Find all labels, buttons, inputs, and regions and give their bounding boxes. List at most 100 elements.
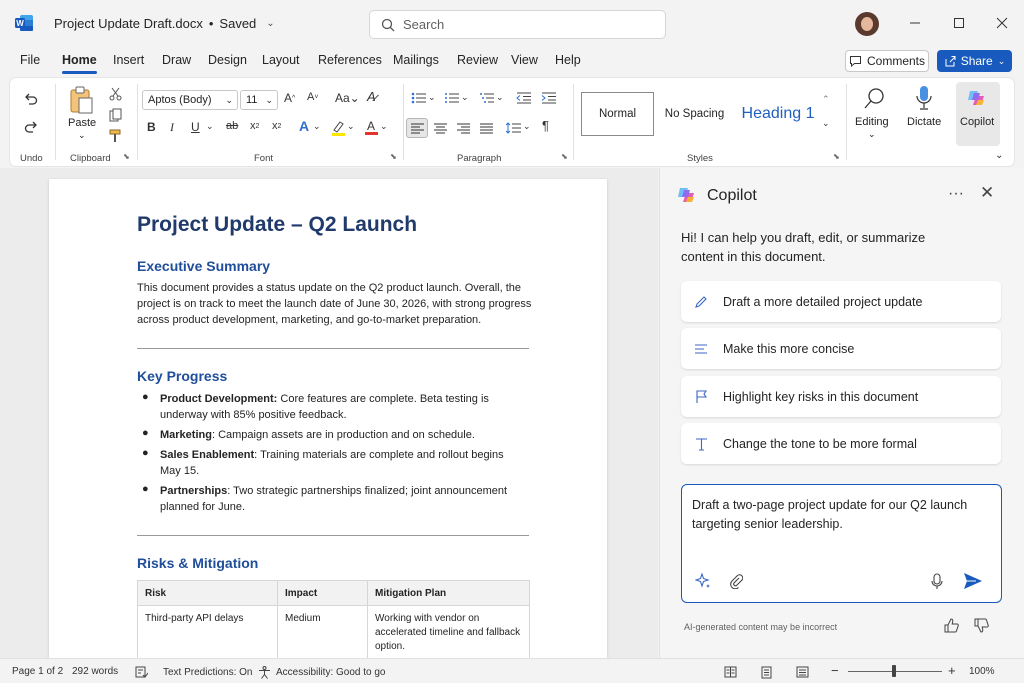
decrease-indent-icon[interactable]	[515, 91, 531, 105]
subscript-icon[interactable]: x2	[250, 120, 259, 132]
grow-font-icon[interactable]: A ^	[284, 91, 295, 105]
share-button[interactable]: Share ⌄	[937, 50, 1012, 72]
prompt-text[interactable]: Draft a two-page project update for our …	[692, 496, 987, 534]
chevron-down-icon[interactable]: ⌄	[78, 130, 86, 141]
style-heading-1[interactable]: Heading 1	[736, 92, 820, 136]
zoom-slider-handle[interactable]	[892, 665, 896, 677]
tab-insert[interactable]: Insert	[113, 53, 144, 67]
font-size-select[interactable]: 11 ⌄	[240, 90, 278, 110]
attach-icon[interactable]	[727, 572, 745, 590]
justify-icon[interactable]	[478, 120, 494, 136]
editing-label[interactable]: Editing	[855, 116, 889, 128]
increase-indent-icon[interactable]	[540, 91, 556, 105]
copy-icon[interactable]	[107, 107, 123, 123]
dialog-launcher-icon[interactable]: ⬊	[561, 152, 570, 161]
page-count[interactable]: Page 1 of 2	[12, 666, 63, 677]
document-page[interactable]: Project Update – Q2 Launch Executive Sum…	[49, 179, 607, 658]
text-effects-icon[interactable]: A	[299, 118, 309, 134]
zoom-in-button[interactable]: +	[948, 663, 956, 678]
chevron-down-icon[interactable]: ⌄	[380, 121, 388, 132]
search-box[interactable]: Search	[369, 10, 666, 39]
dictate-label[interactable]: Dictate	[907, 116, 941, 128]
dialog-launcher-icon[interactable]: ⬊	[390, 152, 399, 161]
superscript-icon[interactable]: x2	[272, 120, 281, 132]
send-icon[interactable]	[962, 572, 984, 590]
chevron-down-icon[interactable]: ⌄	[313, 121, 321, 132]
maximize-icon[interactable]	[950, 14, 968, 32]
tab-design[interactable]: Design	[208, 53, 247, 67]
bullets-icon[interactable]	[410, 91, 426, 105]
font-name-select[interactable]: Aptos (Body) ⌄	[142, 90, 238, 110]
tab-references[interactable]: References	[318, 53, 382, 67]
line-spacing-icon[interactable]	[505, 120, 521, 136]
suggestion-concise[interactable]: Make this more concise	[681, 328, 1001, 369]
align-left-icon[interactable]	[406, 118, 428, 138]
style-no-spacing[interactable]: No Spacing	[658, 92, 731, 136]
thumbs-down-icon[interactable]	[974, 618, 989, 636]
tab-review[interactable]: Review	[457, 53, 498, 67]
cut-icon[interactable]	[107, 86, 123, 102]
comments-button[interactable]: Comments	[845, 50, 929, 72]
word-count[interactable]: 292 words	[72, 666, 118, 677]
chevron-down-icon[interactable]: ⌄	[822, 118, 830, 129]
zoom-out-button[interactable]: −	[831, 663, 839, 678]
chevron-down-icon[interactable]: ⌄	[206, 121, 214, 132]
change-case-icon[interactable]: Aa⌄	[335, 91, 360, 105]
chevron-down-icon[interactable]: ⌄	[523, 121, 531, 132]
chevron-down-icon[interactable]: ⌄	[868, 129, 876, 140]
align-center-icon[interactable]	[432, 120, 448, 136]
tab-help[interactable]: Help	[555, 53, 581, 67]
prompt-input[interactable]: Draft a two-page project update for our …	[681, 484, 1002, 603]
suggestion-risks[interactable]: Highlight key risks in this document	[681, 376, 1001, 417]
dialog-launcher-icon[interactable]: ⬊	[833, 152, 842, 161]
close-icon[interactable]: ✕	[980, 183, 994, 203]
underline-icon[interactable]: U	[191, 120, 200, 134]
more-options-icon[interactable]: ···	[948, 185, 964, 203]
tab-view[interactable]: View	[511, 53, 538, 67]
microphone-icon[interactable]	[914, 84, 934, 112]
minimize-icon[interactable]	[906, 14, 924, 32]
microphone-icon[interactable]	[928, 572, 946, 590]
tab-file[interactable]: File	[20, 53, 40, 67]
paragraph-mark-icon[interactable]: ¶	[542, 118, 549, 133]
ribbon-collapse-icon[interactable]: ⌄	[995, 150, 1003, 161]
text-predictions[interactable]: Text Predictions: On	[135, 666, 252, 678]
font-color-icon[interactable]: A	[363, 118, 379, 136]
clear-formatting-icon[interactable]: A̷	[367, 89, 376, 104]
numbering-icon[interactable]	[443, 91, 459, 105]
sparkle-icon[interactable]	[694, 572, 712, 590]
paste-label[interactable]: Paste	[68, 117, 96, 129]
chevron-down-icon[interactable]: ⌄	[461, 92, 469, 103]
avatar[interactable]	[855, 12, 879, 36]
shrink-font-icon[interactable]: A ˅	[307, 91, 318, 103]
suggestion-draft[interactable]: Draft a more detailed project update	[681, 281, 1001, 322]
focus-mode-icon[interactable]	[724, 666, 737, 678]
redo-icon[interactable]	[21, 116, 41, 136]
highlight-icon[interactable]	[330, 120, 346, 136]
align-right-icon[interactable]	[455, 120, 471, 136]
tab-draw[interactable]: Draw	[162, 53, 191, 67]
print-layout-icon[interactable]	[761, 666, 772, 679]
paste-icon[interactable]	[67, 84, 95, 116]
bold-icon[interactable]: B	[147, 120, 156, 134]
chevron-down-icon[interactable]: ⌄	[428, 92, 436, 103]
tab-home[interactable]: Home	[62, 53, 97, 74]
document-title[interactable]: Project Update Draft.docx • Saved ⌄	[54, 16, 275, 31]
web-layout-icon[interactable]	[796, 666, 809, 678]
thumbs-up-icon[interactable]	[944, 618, 959, 636]
tab-layout[interactable]: Layout	[262, 53, 300, 67]
strikethrough-icon[interactable]: ab	[226, 120, 238, 132]
chevron-down-icon[interactable]: ⌄	[347, 121, 355, 132]
chevron-down-icon[interactable]: ⌄	[496, 92, 504, 103]
accessibility-status[interactable]: Accessibility: Good to go	[258, 666, 386, 679]
undo-icon[interactable]	[21, 88, 41, 108]
dialog-launcher-icon[interactable]: ⬊	[123, 152, 132, 161]
multilevel-list-icon[interactable]	[478, 91, 494, 105]
style-normal[interactable]: Normal	[581, 92, 654, 136]
search-icon[interactable]	[862, 85, 888, 111]
zoom-level[interactable]: 100%	[969, 666, 995, 677]
suggestion-tone[interactable]: Change the tone to be more formal	[681, 423, 1001, 464]
italic-icon[interactable]: I	[170, 120, 174, 135]
tab-mailings[interactable]: Mailings	[393, 53, 439, 67]
format-painter-icon[interactable]	[107, 128, 123, 144]
